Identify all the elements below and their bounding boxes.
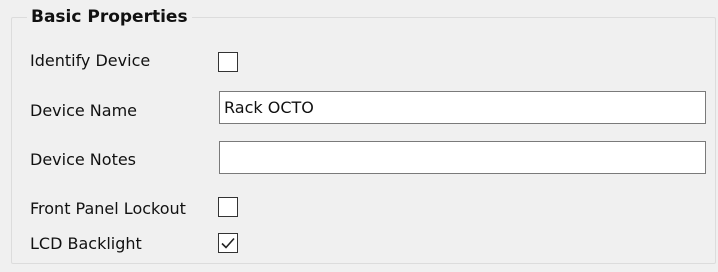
basic-properties-title: Basic Properties [27,6,192,28]
lcd-backlight-label: LCD Backlight [30,234,142,253]
lcd-backlight-checkbox[interactable] [218,233,238,253]
identify-device-checkbox[interactable] [218,52,238,72]
device-name-field[interactable] [219,91,706,124]
device-name-label: Device Name [30,101,138,120]
front-panel-lockout-checkbox[interactable] [218,197,238,217]
check-icon [221,237,235,249]
device-notes-field[interactable] [219,141,706,174]
device-notes-label: Device Notes [30,150,137,169]
identify-device-label: Identify Device [30,51,151,70]
front-panel-lockout-label: Front Panel Lockout [30,199,186,218]
